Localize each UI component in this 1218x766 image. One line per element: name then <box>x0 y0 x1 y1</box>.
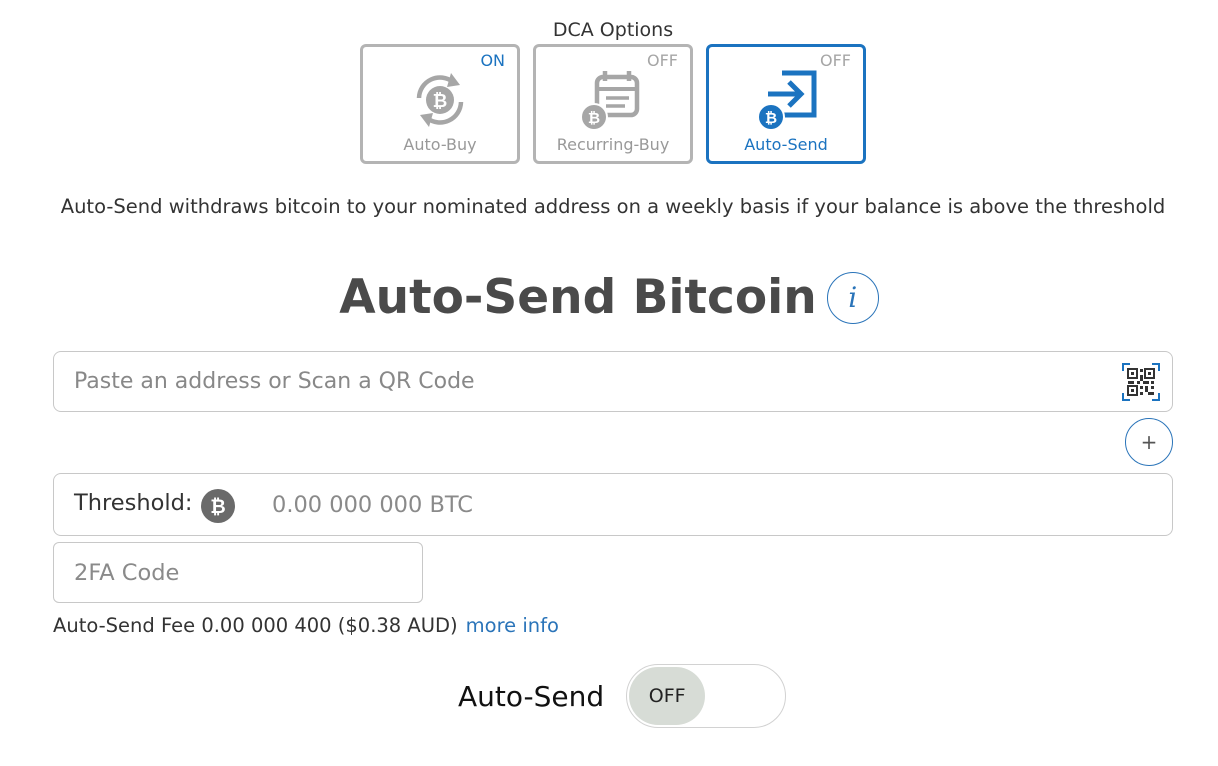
add-address-button[interactable]: + <box>1125 418 1173 466</box>
threshold-label: Threshold: <box>74 490 193 516</box>
more-info-link[interactable]: more info <box>466 614 559 637</box>
threshold-input[interactable] <box>252 474 1132 535</box>
auto-buy-label: Auto-Buy <box>403 135 477 154</box>
auto-send-toggle-row: Auto-Send OFF <box>458 664 787 728</box>
bitcoin-send-icon: ₿ <box>757 70 817 131</box>
auto-send-toggle-label: Auto-Send <box>458 679 605 713</box>
svg-text:₿: ₿ <box>765 109 777 127</box>
recurring-buy-status: OFF <box>647 51 678 70</box>
svg-text:₿: ₿ <box>210 496 225 518</box>
dca-option-recurring-buy[interactable]: OFF ₿ Recurring-Buy <box>533 44 693 164</box>
qr-code-icon[interactable] <box>1122 363 1160 401</box>
toggle-knob: OFF <box>629 667 706 725</box>
svg-text:₿: ₿ <box>433 91 448 112</box>
auto-send-page: DCA Options ON ₿ Auto-Buy OFF ₿ Recurrin… <box>0 0 1218 766</box>
fee-info: Auto-Send Fee 0.00 000 400 ($0.38 AUD) mo… <box>53 614 559 637</box>
recurring-buy-label: Recurring-Buy <box>556 135 670 154</box>
dca-options-title: DCA Options <box>552 19 674 41</box>
fee-text: Auto-Send Fee 0.00 000 400 ($0.38 AUD) <box>53 614 458 637</box>
dca-option-auto-buy[interactable]: ON ₿ Auto-Buy <box>360 44 520 164</box>
bitcoin-refresh-icon: ₿ <box>416 73 464 127</box>
page-title: Auto-Send Bitcoin <box>339 270 817 325</box>
info-icon[interactable]: i <box>826 271 879 324</box>
threshold-field: Threshold: ₿ <box>53 473 1173 536</box>
twofa-code-input[interactable] <box>53 542 423 603</box>
address-input[interactable] <box>54 352 1104 411</box>
bitcoin-icon: ₿ <box>201 489 235 523</box>
bitcoin-calendar-icon: ₿ <box>580 71 640 131</box>
auto-send-description: Auto-Send withdraws bitcoin to your nomi… <box>60 195 1166 218</box>
auto-send-label: Auto-Send <box>744 135 828 154</box>
dca-option-auto-send[interactable]: OFF ₿ Auto-Send <box>706 44 866 164</box>
heading-row: Auto-Send Bitcoin i <box>0 270 1218 325</box>
svg-text:₿: ₿ <box>588 109 600 127</box>
auto-send-toggle[interactable]: OFF <box>626 664 787 728</box>
auto-buy-status: ON <box>480 51 505 70</box>
address-field <box>53 351 1173 412</box>
auto-send-status: OFF <box>820 51 851 70</box>
dca-options: ON ₿ Auto-Buy OFF ₿ Recurring-Buy OFF ₿ … <box>360 44 866 164</box>
